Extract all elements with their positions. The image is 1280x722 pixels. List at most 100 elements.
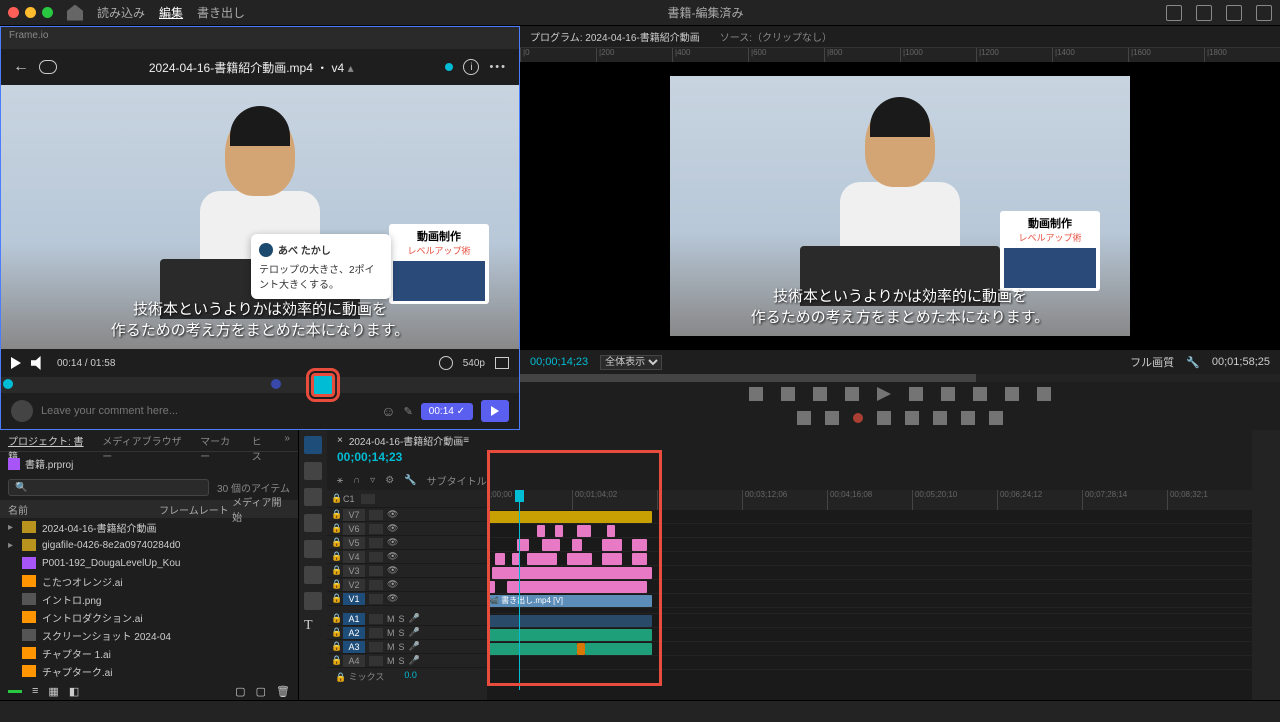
- btn-icon[interactable]: [905, 411, 919, 425]
- project-item[interactable]: イントロダクション.ai: [0, 608, 298, 626]
- clip[interactable]: [585, 643, 652, 655]
- fullscreen-icon[interactable]: [1256, 5, 1272, 21]
- clip[interactable]: [487, 643, 577, 655]
- timeline-timecode[interactable]: 00;00;14;23: [327, 450, 1252, 470]
- info-icon[interactable]: i: [463, 59, 479, 75]
- clip[interactable]: [602, 553, 622, 565]
- tab-project[interactable]: プロジェクト: 書籍: [8, 433, 88, 448]
- video-track-header[interactable]: 🔒V3👁: [327, 564, 487, 578]
- clip[interactable]: [555, 525, 563, 537]
- clip-title[interactable]: 2024-04-16-書籍紹介動画.mp4 ・ v4 ▴: [67, 59, 435, 76]
- tab-media-browser[interactable]: メディアブラウザー: [102, 433, 186, 448]
- video-track-header[interactable]: 🔒V1👁: [327, 592, 487, 606]
- project-item[interactable]: イントロ.png: [0, 590, 298, 608]
- project-item[interactable]: チャプターク.ai: [0, 662, 298, 680]
- frameio-video[interactable]: 動画制作 レベルアップ術 技術本というよりかは効率的に動画を 作るための考え方を…: [1, 85, 519, 349]
- clip[interactable]: [487, 511, 652, 523]
- btn-icon[interactable]: [797, 411, 811, 425]
- new-item-icon[interactable]: ▢: [256, 685, 266, 698]
- project-item[interactable]: チャプター 1.ai: [0, 644, 298, 662]
- marker-icon[interactable]: [3, 379, 13, 389]
- program-video[interactable]: 動画制作レベルアップ術 技術本というよりかは効率的に動画を作るための考え方をまと…: [520, 62, 1280, 350]
- tab-markers[interactable]: マーカー: [200, 433, 238, 448]
- volume-icon[interactable]: [31, 356, 47, 370]
- playhead[interactable]: [519, 490, 520, 690]
- extract-icon[interactable]: [1005, 387, 1019, 401]
- subtitle-label[interactable]: サブタイトル: [427, 473, 487, 488]
- fullscreen-icon[interactable]: [495, 357, 509, 369]
- fit-select[interactable]: 全体表示: [600, 355, 662, 370]
- ripple-tool[interactable]: [304, 488, 322, 506]
- settings-icon[interactable]: [439, 356, 453, 370]
- play-icon[interactable]: [877, 387, 891, 401]
- clip[interactable]: [487, 615, 652, 627]
- audio-track-header[interactable]: 🔒A3MS🎤: [327, 640, 487, 654]
- view-list-icon[interactable]: ≡: [32, 685, 38, 697]
- frameio-timeline[interactable]: [1, 377, 519, 393]
- program-timecode[interactable]: 00;00;14;23: [530, 356, 588, 368]
- btn-icon[interactable]: [825, 411, 839, 425]
- comments-icon[interactable]: [39, 60, 57, 74]
- close-window[interactable]: [8, 7, 19, 18]
- new-bin-icon[interactable]: ▢: [235, 685, 245, 698]
- audio-track-header[interactable]: 🔒A4MS🎤: [327, 654, 487, 668]
- razor-tool[interactable]: [304, 514, 322, 532]
- video-track-header[interactable]: 🔒V6👁: [327, 522, 487, 536]
- hand-tool[interactable]: [304, 592, 322, 610]
- project-item[interactable]: こたつオレンジ.ai: [0, 572, 298, 590]
- send-button[interactable]: [481, 400, 509, 422]
- track-select-tool[interactable]: [304, 462, 322, 480]
- audio-track-header[interactable]: 🔒A1MS🎤: [327, 612, 487, 626]
- play-button[interactable]: [11, 357, 21, 369]
- settings-icon[interactable]: ⚙: [385, 475, 394, 486]
- pen-tool[interactable]: [304, 566, 322, 584]
- clip[interactable]: [602, 539, 622, 551]
- project-item[interactable]: P001-192_DougaLevelUp_Kou: [0, 554, 298, 572]
- snap-icon[interactable]: ⚹: [337, 475, 343, 486]
- clip[interactable]: [577, 525, 591, 537]
- tab-history[interactable]: ヒス: [252, 433, 271, 448]
- home-icon[interactable]: [67, 5, 83, 21]
- emoji-icon[interactable]: ☺: [381, 403, 395, 419]
- goto-out-icon[interactable]: [941, 387, 955, 401]
- clip[interactable]: [577, 643, 585, 655]
- clip[interactable]: 📹 書き出し.mp4 [V]: [487, 595, 652, 607]
- btn-icon[interactable]: [877, 411, 891, 425]
- btn-icon[interactable]: [961, 411, 975, 425]
- wrench-icon[interactable]: 🔧: [404, 475, 416, 486]
- view-icon-icon[interactable]: ▦: [48, 685, 58, 698]
- btn-icon[interactable]: [989, 411, 1003, 425]
- workspace-icon[interactable]: [1166, 5, 1182, 21]
- selection-tool[interactable]: [304, 436, 322, 454]
- video-track-header[interactable]: 🔒V4👁: [327, 550, 487, 564]
- project-search[interactable]: [8, 479, 209, 496]
- tab-program[interactable]: プログラム: 2024-04-16-書籍紹介動画: [530, 29, 700, 44]
- menu-import[interactable]: 読み込み: [97, 4, 145, 21]
- clip[interactable]: [527, 553, 557, 565]
- clip[interactable]: [507, 581, 647, 593]
- mark-out-icon[interactable]: [781, 387, 795, 401]
- step-fwd-icon[interactable]: [909, 387, 923, 401]
- clip[interactable]: [632, 553, 647, 565]
- clip[interactable]: [567, 553, 592, 565]
- back-icon[interactable]: ←: [13, 58, 29, 76]
- goto-in-icon[interactable]: [813, 387, 827, 401]
- share-icon[interactable]: [1196, 5, 1212, 21]
- clip[interactable]: [487, 629, 652, 641]
- clip[interactable]: [632, 539, 647, 551]
- menu-edit[interactable]: 編集: [159, 4, 183, 21]
- program-scrubber[interactable]: [520, 374, 1280, 382]
- video-track-header[interactable]: 🔒V2👁: [327, 578, 487, 592]
- tab-overflow[interactable]: »: [284, 433, 290, 448]
- more-icon[interactable]: •••: [489, 61, 507, 73]
- lift-icon[interactable]: [973, 387, 987, 401]
- marker-icon[interactable]: [271, 379, 281, 389]
- step-back-icon[interactable]: [845, 387, 859, 401]
- clip[interactable]: [607, 525, 615, 537]
- clip[interactable]: [542, 539, 560, 551]
- project-item[interactable]: スクリーンショット 2024-04: [0, 626, 298, 644]
- program-ruler[interactable]: |0|200|400|600|800|1000|1200|1400|1600|1…: [520, 48, 1280, 62]
- view-freeform-icon[interactable]: ◧: [69, 685, 79, 698]
- timeline-ruler[interactable]: ;00;0000;01;04;0200;03;12;0600;04;16;080…: [487, 490, 1252, 510]
- menu-export[interactable]: 書き出し: [197, 4, 245, 21]
